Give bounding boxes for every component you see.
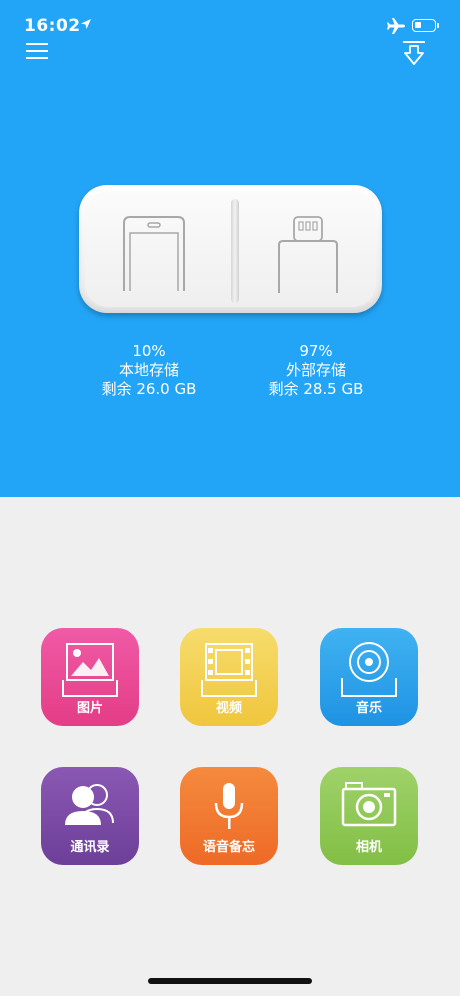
external-storage-info[interactable]: 97% 外部存储 剩余 28.5 GB [236, 342, 396, 399]
tile-photos[interactable]: 图片 [41, 628, 139, 726]
camera-icon [341, 782, 397, 827]
storage-device-illustration [79, 185, 382, 313]
tile-video-label: 视频 [215, 701, 242, 716]
tile-voice-memo-label: 语音备忘 [202, 840, 255, 855]
tile-photos-label: 图片 [76, 701, 103, 716]
microphone-icon [214, 783, 244, 829]
hamburger-menu-icon[interactable] [26, 42, 48, 60]
battery-icon [412, 19, 439, 32]
external-storage-remaining: 剩余 28.5 GB [268, 380, 364, 398]
phone-icon [123, 216, 185, 291]
home-indicator[interactable] [148, 978, 312, 984]
tile-video[interactable]: 视频 [180, 628, 278, 726]
local-storage-percent: 10% [132, 342, 166, 360]
tile-camera-label: 相机 [355, 840, 382, 855]
device-divider [231, 199, 239, 303]
contacts-icon [65, 784, 114, 825]
status-time: 16:02 [24, 16, 81, 36]
lightning-connector-icon [278, 216, 338, 293]
tile-music[interactable]: 音乐 [320, 628, 418, 726]
local-storage-info[interactable]: 10% 本地存储 剩余 26.0 GB [69, 342, 229, 399]
photo-icon [62, 643, 118, 697]
status-bar: 16:02 [0, 0, 460, 44]
film-icon [201, 643, 257, 697]
location-arrow-icon [81, 19, 91, 29]
tile-contacts[interactable]: 通讯录 [41, 767, 139, 865]
local-storage-label: 本地存储 [118, 361, 179, 379]
local-storage-remaining: 剩余 26.0 GB [101, 380, 197, 398]
external-storage-percent: 97% [299, 342, 333, 360]
external-storage-label: 外部存储 [285, 361, 346, 379]
tile-camera[interactable]: 相机 [320, 767, 418, 865]
tile-music-label: 音乐 [355, 701, 382, 716]
storage-header: 16:02 10% 本地存储 剩余 26.0 GB 97% 外部存储 剩余 28… [0, 0, 460, 497]
disc-icon [341, 642, 397, 697]
tile-voice-memo[interactable]: 语音备忘 [180, 767, 278, 865]
download-icon[interactable] [402, 40, 426, 66]
tile-contacts-label: 通讯录 [70, 840, 110, 855]
airplane-icon [387, 18, 405, 34]
